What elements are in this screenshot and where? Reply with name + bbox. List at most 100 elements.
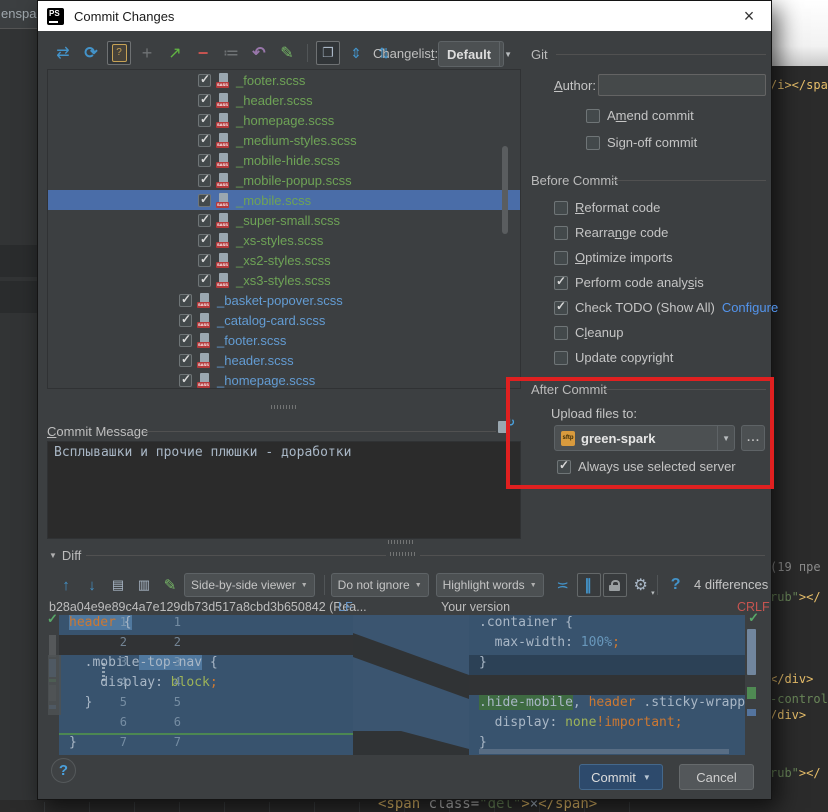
option-checkbox[interactable]	[554, 226, 568, 240]
diff-settings-icon[interactable]: ⚙▾	[629, 573, 653, 597]
commit-message-input[interactable]: Всплывашки и прочие плюшки - доработки	[47, 441, 521, 539]
file-checkbox[interactable]	[179, 314, 192, 327]
gutter-splitter-dots[interactable]	[102, 663, 105, 681]
option-checkbox[interactable]	[554, 276, 568, 290]
background-code: </div>	[770, 672, 813, 686]
file-checkbox[interactable]	[179, 354, 192, 367]
file-checkbox[interactable]	[198, 254, 211, 267]
show-unversioned-files-icon[interactable]: ?	[107, 41, 131, 65]
file-checkbox[interactable]	[198, 154, 211, 167]
option-checkbox[interactable]	[554, 326, 568, 340]
option-checkbox[interactable]	[554, 301, 568, 315]
diff-horizontal-scrollbar[interactable]	[479, 749, 729, 754]
cancel-button[interactable]: Cancel	[679, 764, 754, 790]
move-to-changelist-icon[interactable]: ↗	[163, 41, 187, 65]
edit-source-icon[interactable]: ✎	[275, 41, 299, 65]
file-checkbox[interactable]	[198, 134, 211, 147]
chevron-down-icon[interactable]: ▼	[499, 42, 516, 66]
file-checkbox[interactable]	[198, 114, 211, 127]
file-checkbox[interactable]	[179, 374, 192, 387]
file-checkbox[interactable]	[198, 194, 211, 207]
tree-file-row[interactable]: SASS _footer.scss	[48, 330, 520, 350]
tree-file-row[interactable]: SASS _super-small.scss	[48, 210, 520, 230]
splitter-handle[interactable]	[271, 405, 297, 409]
before-commit-option[interactable]: Cleanup	[554, 325, 769, 340]
file-checkbox[interactable]	[198, 94, 211, 107]
diff-left-pane[interactable]: header { .mobile-top-nav { display: bloc…	[59, 615, 353, 755]
before-commit-option[interactable]: Reformat code	[554, 200, 769, 215]
file-name: _mobile.scss	[236, 193, 311, 208]
previous-difference-icon[interactable]: ↑	[54, 573, 78, 597]
diff-section-toggle[interactable]: ▼Diff	[49, 548, 81, 563]
diff-right-pane[interactable]: .container { max-width: 100%;}.hide-mobi…	[469, 615, 745, 755]
splitter-handle[interactable]	[388, 540, 414, 544]
before-commit-option[interactable]: Perform code analysis	[554, 275, 769, 290]
option-checkbox[interactable]	[554, 251, 568, 265]
tree-file-row[interactable]: SASS _medium-styles.scss	[48, 130, 520, 150]
tree-file-row[interactable]: SASS _homepage.scss	[48, 370, 520, 389]
whitespace-policy-dropdown[interactable]: Do not ignore▼	[331, 573, 429, 597]
rollback-icon[interactable]: ↶	[247, 41, 271, 65]
jump-to-source-icon[interactable]: ▤	[106, 573, 130, 597]
tree-file-row[interactable]: SASS _mobile-hide.scss	[48, 150, 520, 170]
open-in-editor-icon[interactable]: ▥	[132, 573, 156, 597]
file-checkbox[interactable]	[198, 174, 211, 187]
edit-file-icon[interactable]: ✎	[158, 573, 182, 597]
changelist-combobox[interactable]: Default ▼	[438, 41, 504, 67]
expand-all-icon[interactable]: ⇕	[344, 41, 368, 65]
signoff-commit-checkbox[interactable]: Sign-off commit	[586, 135, 697, 150]
show-diff-icon[interactable]: ⇄	[51, 41, 75, 65]
tree-file-row[interactable]: SASS _basket-popover.scss	[48, 290, 520, 310]
line-number: 2	[105, 635, 127, 655]
synchronize-scrolling-icon[interactable]: ∥	[577, 573, 601, 597]
refresh-icon[interactable]: ⟳	[79, 41, 103, 65]
tree-file-row[interactable]: SASS _footer.scss	[48, 70, 520, 90]
add-icon[interactable]: +	[135, 41, 159, 65]
delete-icon[interactable]: −	[191, 41, 215, 65]
collapse-unchanged-icon[interactable]: ≍	[551, 573, 575, 597]
tree-file-row[interactable]: SASS _catalog-card.scss	[48, 310, 520, 330]
before-commit-option[interactable]: Optimize imports	[554, 250, 769, 265]
group-by-directory-icon[interactable]: ❐	[316, 41, 340, 65]
before-commit-option[interactable]: Update copyright	[554, 350, 769, 365]
file-checkbox[interactable]	[198, 274, 211, 287]
diff-change-markers-right[interactable]: ✓	[745, 615, 759, 755]
configure-link[interactable]: Configure	[722, 300, 778, 315]
tree-file-row[interactable]: SASS _header.scss	[48, 350, 520, 370]
viewer-type-dropdown[interactable]: Side-by-side viewer▼	[184, 573, 315, 597]
option-checkbox[interactable]	[554, 351, 568, 365]
highlight-mode-dropdown[interactable]: Highlight words▼	[436, 573, 544, 597]
author-input[interactable]	[598, 74, 766, 96]
help-icon[interactable]: ?	[51, 758, 76, 783]
file-checkbox[interactable]	[179, 334, 192, 347]
tree-file-row[interactable]: SASS _mobile-popup.scss	[48, 170, 520, 190]
close-icon[interactable]: ×	[737, 5, 761, 27]
tree-file-row[interactable]: SASS _xs-styles.scss	[48, 230, 520, 250]
file-checkbox[interactable]	[179, 294, 192, 307]
commit-button[interactable]: Commit▼	[579, 764, 663, 790]
checkbox[interactable]	[586, 109, 600, 123]
background-code: (19 пре	[770, 560, 821, 574]
amend-commit-checkbox[interactable]: Amend commit	[586, 108, 694, 123]
tree-file-row[interactable]: SASS _homepage.scss	[48, 110, 520, 130]
disable-editing-icon[interactable]	[603, 573, 627, 597]
background-editor-code: /i></spa(19 преrub"></</div>-control/div…	[768, 0, 828, 812]
file-checkbox[interactable]	[198, 214, 211, 227]
left-eol-badge[interactable]: LF	[338, 600, 353, 614]
changelist-actions-icon[interactable]: ≔	[219, 41, 243, 65]
option-checkbox[interactable]	[554, 201, 568, 215]
tree-file-row[interactable]: SASS _header.scss	[48, 90, 520, 110]
tree-file-row[interactable]: SASS _mobile.scss	[48, 190, 520, 210]
before-commit-option[interactable]: Check TODO (Show All) Configure	[554, 300, 769, 315]
file-checkbox[interactable]	[198, 234, 211, 247]
next-difference-icon[interactable]: ↓	[80, 573, 104, 597]
tree-scrollbar[interactable]	[502, 146, 508, 234]
tree-file-row[interactable]: SASS _xs2-styles.scss	[48, 250, 520, 270]
diff-scrollbar-thumb[interactable]	[747, 629, 756, 675]
splitter-handle[interactable]	[390, 552, 416, 556]
file-checkbox[interactable]	[198, 74, 211, 87]
diff-help-icon[interactable]: ?	[664, 573, 688, 597]
tree-file-row[interactable]: SASS _xs3-styles.scss	[48, 270, 520, 290]
before-commit-option[interactable]: Rearrange code	[554, 225, 769, 240]
checkbox[interactable]	[586, 136, 600, 150]
